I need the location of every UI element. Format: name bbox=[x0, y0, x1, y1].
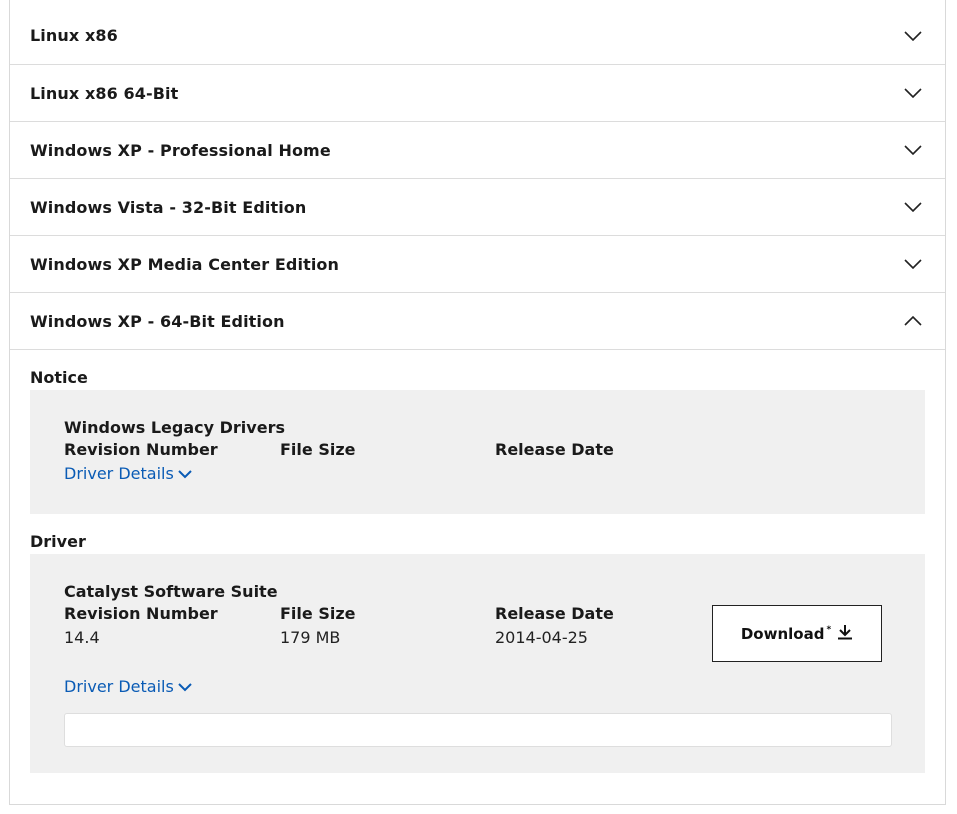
accordion-item-label: Linux x86 64-Bit bbox=[30, 83, 179, 103]
chevron-up-icon[interactable] bbox=[903, 311, 923, 331]
download-footnote-mark: * bbox=[826, 624, 832, 635]
release-date-header: Release Date bbox=[495, 440, 614, 459]
accordion-item-winxp-pro-home[interactable]: Windows XP - Professional Home bbox=[10, 121, 945, 178]
driver-card-title: Catalyst Software Suite bbox=[64, 582, 278, 601]
accordion-item-linux-x86[interactable]: Linux x86 bbox=[10, 0, 945, 64]
download-button[interactable]: Download * bbox=[712, 605, 882, 662]
accordion-item-label: Windows XP Media Center Edition bbox=[30, 254, 339, 274]
revision-number-header: Revision Number bbox=[64, 440, 218, 459]
accordion-panel-winxp-64: Notice Windows Legacy Drivers Revision N… bbox=[10, 349, 945, 773]
revision-number-value: 14.4 bbox=[64, 628, 100, 647]
notice-card-title: Windows Legacy Drivers bbox=[64, 418, 285, 437]
notice-section-title: Notice bbox=[30, 368, 88, 387]
accordion-item-label: Windows XP - Professional Home bbox=[30, 140, 331, 160]
accordion-item-winxp-media-center[interactable]: Windows XP Media Center Edition bbox=[10, 235, 945, 292]
accordion-item-label: Linux x86 bbox=[30, 26, 118, 45]
driver-details-panel bbox=[64, 713, 892, 747]
notice-card: Windows Legacy Drivers Revision Number F… bbox=[30, 390, 925, 514]
driver-details-label: Driver Details bbox=[64, 677, 174, 696]
accordion-item-label: Windows Vista - 32-Bit Edition bbox=[30, 197, 307, 217]
revision-number-header: Revision Number bbox=[64, 604, 218, 623]
download-icon bbox=[837, 624, 853, 644]
driver-details-link[interactable]: Driver Details bbox=[64, 462, 192, 486]
driver-details-link[interactable]: Driver Details bbox=[64, 675, 192, 699]
file-size-header: File Size bbox=[280, 604, 356, 623]
chevron-down-icon[interactable] bbox=[903, 26, 923, 46]
file-size-value: 179 MB bbox=[280, 628, 341, 647]
driver-accordion: Linux x86 Linux x86 64-Bit Windows XP - … bbox=[9, 0, 946, 805]
driver-section-title: Driver bbox=[30, 532, 86, 551]
accordion-item-linux-x86-64[interactable]: Linux x86 64-Bit bbox=[10, 64, 945, 121]
chevron-down-icon[interactable] bbox=[903, 254, 923, 274]
accordion-item-label: Windows XP - 64-Bit Edition bbox=[30, 311, 285, 331]
notice-info-grid: Revision Number File Size Release Date bbox=[64, 438, 891, 462]
chevron-down-icon[interactable] bbox=[903, 83, 923, 103]
file-size-header: File Size bbox=[280, 440, 356, 459]
driver-details-label: Driver Details bbox=[64, 464, 174, 483]
download-label: Download bbox=[740, 624, 825, 643]
chevron-down-icon[interactable] bbox=[903, 140, 923, 160]
driver-card: Catalyst Software Suite Revision Number … bbox=[30, 554, 925, 773]
accordion-item-vista-32[interactable]: Windows Vista - 32-Bit Edition bbox=[10, 178, 945, 235]
chevron-down-icon bbox=[178, 675, 192, 699]
accordion-item-winxp-64[interactable]: Windows XP - 64-Bit Edition bbox=[10, 292, 945, 349]
chevron-down-icon bbox=[178, 462, 192, 486]
chevron-down-icon[interactable] bbox=[903, 197, 923, 217]
